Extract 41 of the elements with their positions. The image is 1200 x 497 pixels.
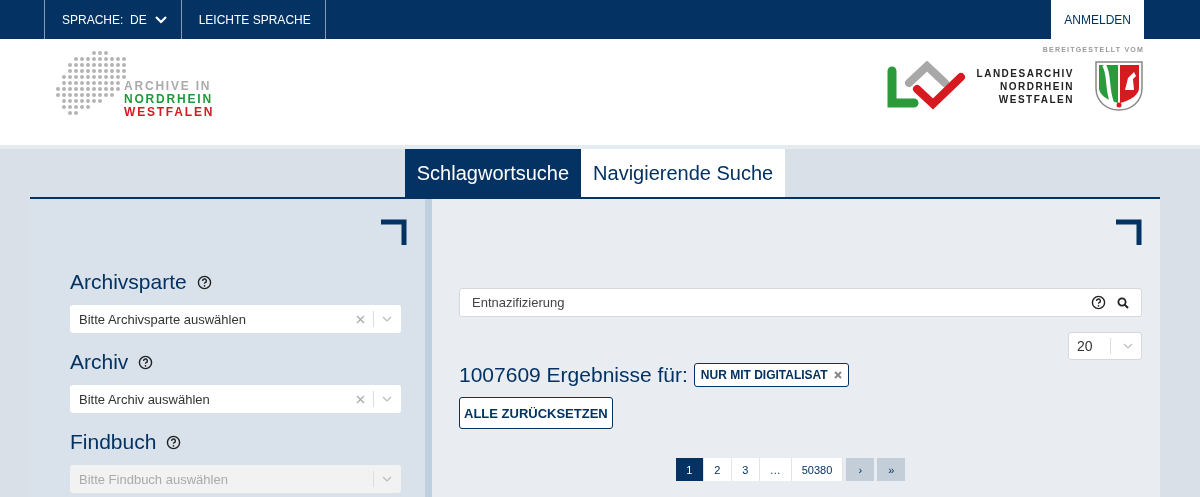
- filter-label: Findbuch: [70, 430, 157, 454]
- page-button[interactable]: 3: [731, 458, 760, 481]
- filter-label: Archivsparte: [70, 270, 187, 294]
- chevron-down-icon: [382, 396, 392, 402]
- logo-text: ARCHIVE IN: [124, 80, 213, 93]
- logo-text: NORDRHEIN: [124, 93, 214, 106]
- chevron-down-icon: [154, 15, 167, 24]
- help-icon[interactable]: [1091, 295, 1106, 310]
- partner-text: LANDESARCHIV: [976, 66, 1074, 80]
- page-button[interactable]: 2: [703, 458, 732, 481]
- logo-text: WESTFALEN: [124, 106, 215, 119]
- result-count: 1007609 Ergebnisse für:: [459, 363, 688, 387]
- help-icon[interactable]: [166, 434, 182, 450]
- search-icon[interactable]: [1117, 296, 1129, 309]
- partner-text: NORDRHEIN: [999, 79, 1074, 93]
- corner-icon: [1116, 219, 1142, 245]
- reset-button[interactable]: ALLE ZURÜCKSETZEN: [459, 397, 613, 429]
- select-field[interactable]: Bitte Archiv auswählen: [70, 385, 401, 413]
- search-field[interactable]: Entnazifizierung: [459, 288, 1142, 317]
- page-button[interactable]: 1: [675, 458, 704, 481]
- page-button[interactable]: ›: [846, 458, 875, 481]
- partner-text: WESTFALEN: [998, 92, 1074, 106]
- select-field[interactable]: Bitte Archivsparte auswählen: [70, 305, 401, 333]
- help-icon[interactable]: [196, 274, 212, 290]
- page-button[interactable]: »: [877, 458, 906, 481]
- chevron-down-icon: [382, 316, 392, 322]
- tab[interactable]: Schlagwortsuche: [404, 149, 582, 197]
- remove-icon[interactable]: [833, 371, 842, 379]
- lav-logo-icon: [886, 61, 967, 111]
- page-button[interactable]: 50380: [791, 458, 844, 481]
- login-button[interactable]: ANMELDEN: [1051, 0, 1144, 39]
- page-size-select[interactable]: 20: [1068, 332, 1142, 360]
- filter-label: Archiv: [70, 350, 129, 374]
- chevron-down-icon: [382, 476, 392, 482]
- coat-of-arms-icon: [1094, 60, 1144, 112]
- help-icon[interactable]: [138, 354, 154, 370]
- chevron-down-icon: [1123, 343, 1133, 349]
- page-button[interactable]: …: [759, 458, 792, 481]
- tab[interactable]: Navigierende Suche: [581, 149, 786, 197]
- filter-tag[interactable]: NUR MIT DIGITALISAT: [693, 363, 849, 387]
- corner-icon: [381, 219, 407, 245]
